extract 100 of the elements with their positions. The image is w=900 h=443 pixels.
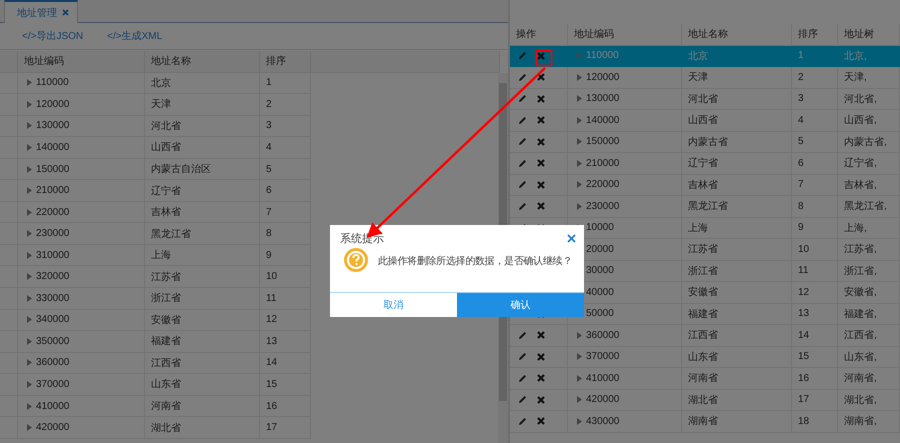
table-cell: 370000 <box>36 378 70 390</box>
table-cell: 山西省, <box>838 110 900 132</box>
table-cell: 8 <box>792 196 838 218</box>
table-cell: 江苏省, <box>838 239 900 260</box>
table-cell: 2 <box>260 94 311 116</box>
column-header: 地址编码 <box>18 51 145 73</box>
table-cell: 安徽省 <box>145 310 260 332</box>
table-cell: 浙江省 <box>682 260 792 282</box>
table-cell: 江苏省 <box>682 239 792 260</box>
table-cell: 13 <box>792 304 838 325</box>
table-cell: 130000 <box>36 120 70 132</box>
table-cell: 10000 <box>586 222 614 234</box>
table-cell: 2 <box>792 67 838 88</box>
table-cell: 130000 <box>586 93 620 104</box>
table-cell: 福建省 <box>145 331 260 353</box>
table-cell: 12 <box>260 310 311 332</box>
table-cell: 3 <box>792 88 838 110</box>
table-cell: 230000 <box>36 228 70 240</box>
table-cell: 吉林省, <box>838 174 900 196</box>
table-cell: 山东省 <box>145 374 260 396</box>
table-cell: 410000 <box>36 400 70 412</box>
table-cell: 9 <box>260 244 311 266</box>
table-cell: 湖北省 <box>145 417 260 439</box>
column-header: 地址编码 <box>568 24 682 46</box>
table-cell: 11 <box>260 288 311 310</box>
table-cell: 浙江省 <box>145 288 260 310</box>
column-header: 操作 <box>510 24 568 46</box>
table-cell: 天津, <box>838 67 900 88</box>
table-cell: 320000 <box>36 271 70 282</box>
column-header: 排序 <box>792 24 838 46</box>
table-cell: 140000 <box>586 114 620 126</box>
table-cell: 150000 <box>586 136 620 148</box>
table-cell: 河北省, <box>838 88 900 110</box>
table-cell: 吉林省 <box>145 202 260 224</box>
table-cell: 河北省 <box>682 88 792 110</box>
table-cell: 360000 <box>36 357 70 368</box>
table-cell: 江苏省 <box>145 266 260 288</box>
table-cell: 上海 <box>682 218 792 239</box>
table-cell: 吉林省 <box>682 174 792 196</box>
table-cell: 16 <box>792 368 838 390</box>
table-cell: 湖南省, <box>838 411 900 432</box>
table-cell: 7 <box>260 202 311 224</box>
table-cell: 河南省, <box>838 368 900 390</box>
table-cell: 420000 <box>586 394 620 406</box>
column-header: 地址名称 <box>145 51 260 73</box>
table-cell: 120000 <box>36 98 70 110</box>
table-cell: 山东省, <box>838 346 900 368</box>
table-cell: 370000 <box>586 351 620 362</box>
table-cell: 20000 <box>586 244 614 255</box>
table-cell: 210000 <box>586 158 620 169</box>
table-cell: 内蒙古省 <box>682 132 792 153</box>
table-cell: 120000 <box>586 72 620 83</box>
table-cell: 内蒙古自治区 <box>145 158 260 180</box>
table-cell: 210000 <box>36 185 70 196</box>
table-cell: 220000 <box>586 179 620 190</box>
table-cell: 湖北省, <box>838 390 900 411</box>
table-cell: 安徽省, <box>838 282 900 304</box>
table-cell: 110000 <box>36 77 69 88</box>
table-cell: 山西省 <box>682 110 792 132</box>
table-cell: 430000 <box>586 416 620 427</box>
table-cell: 河南省 <box>682 368 792 390</box>
table-cell: 江西省 <box>682 325 792 346</box>
table-cell: 黑龙江省 <box>145 223 260 245</box>
table-cell: 10 <box>792 239 838 260</box>
table-cell: 浙江省, <box>838 260 900 282</box>
table-cell: 5 <box>792 132 838 153</box>
table-cell: 15 <box>792 346 838 368</box>
column-header: 地址树 <box>838 24 900 46</box>
table-cell: 湖南省 <box>682 411 792 432</box>
table-cell: 10 <box>260 266 311 288</box>
table-cell: 1 <box>792 46 838 67</box>
table-cell: 辽宁省, <box>838 153 900 174</box>
table-cell: 6 <box>792 153 838 174</box>
table-cell: 黑龙江省, <box>838 196 900 218</box>
table-cell: 410000 <box>586 372 620 384</box>
table-cell: 12 <box>792 282 838 304</box>
table-cell: 50000 <box>586 308 614 320</box>
table-cell: 350000 <box>36 336 70 347</box>
dialog-message: 此操作将删除所选择的数据，是否确认继续？ <box>378 254 572 268</box>
table-cell: 330000 <box>36 292 70 304</box>
table-cell: 北京, <box>838 46 900 67</box>
table-cell: 5 <box>260 158 311 180</box>
table-cell: 11 <box>792 260 838 282</box>
table-cell: 湖北省 <box>682 390 792 411</box>
table-cell: 9 <box>792 218 838 239</box>
table-cell: 420000 <box>36 422 70 434</box>
table-cell: 上海 <box>145 244 260 266</box>
table-cell: 福建省, <box>838 304 900 325</box>
table-cell: 360000 <box>586 330 620 341</box>
table-cell: 4 <box>260 137 311 159</box>
table-cell: 340000 <box>36 314 70 326</box>
table-cell: 黑龙江省 <box>682 196 792 218</box>
column-header: 排序 <box>260 51 311 73</box>
table-cell: 河北省 <box>145 116 260 138</box>
table-cell: 17 <box>260 417 311 439</box>
table-cell: 辽宁省 <box>145 180 260 202</box>
table-cell: 安徽省 <box>682 282 792 304</box>
table-cell: 北京 <box>145 72 260 94</box>
table-cell: 30000 <box>586 265 614 276</box>
table-cell: 山西省 <box>145 137 260 159</box>
